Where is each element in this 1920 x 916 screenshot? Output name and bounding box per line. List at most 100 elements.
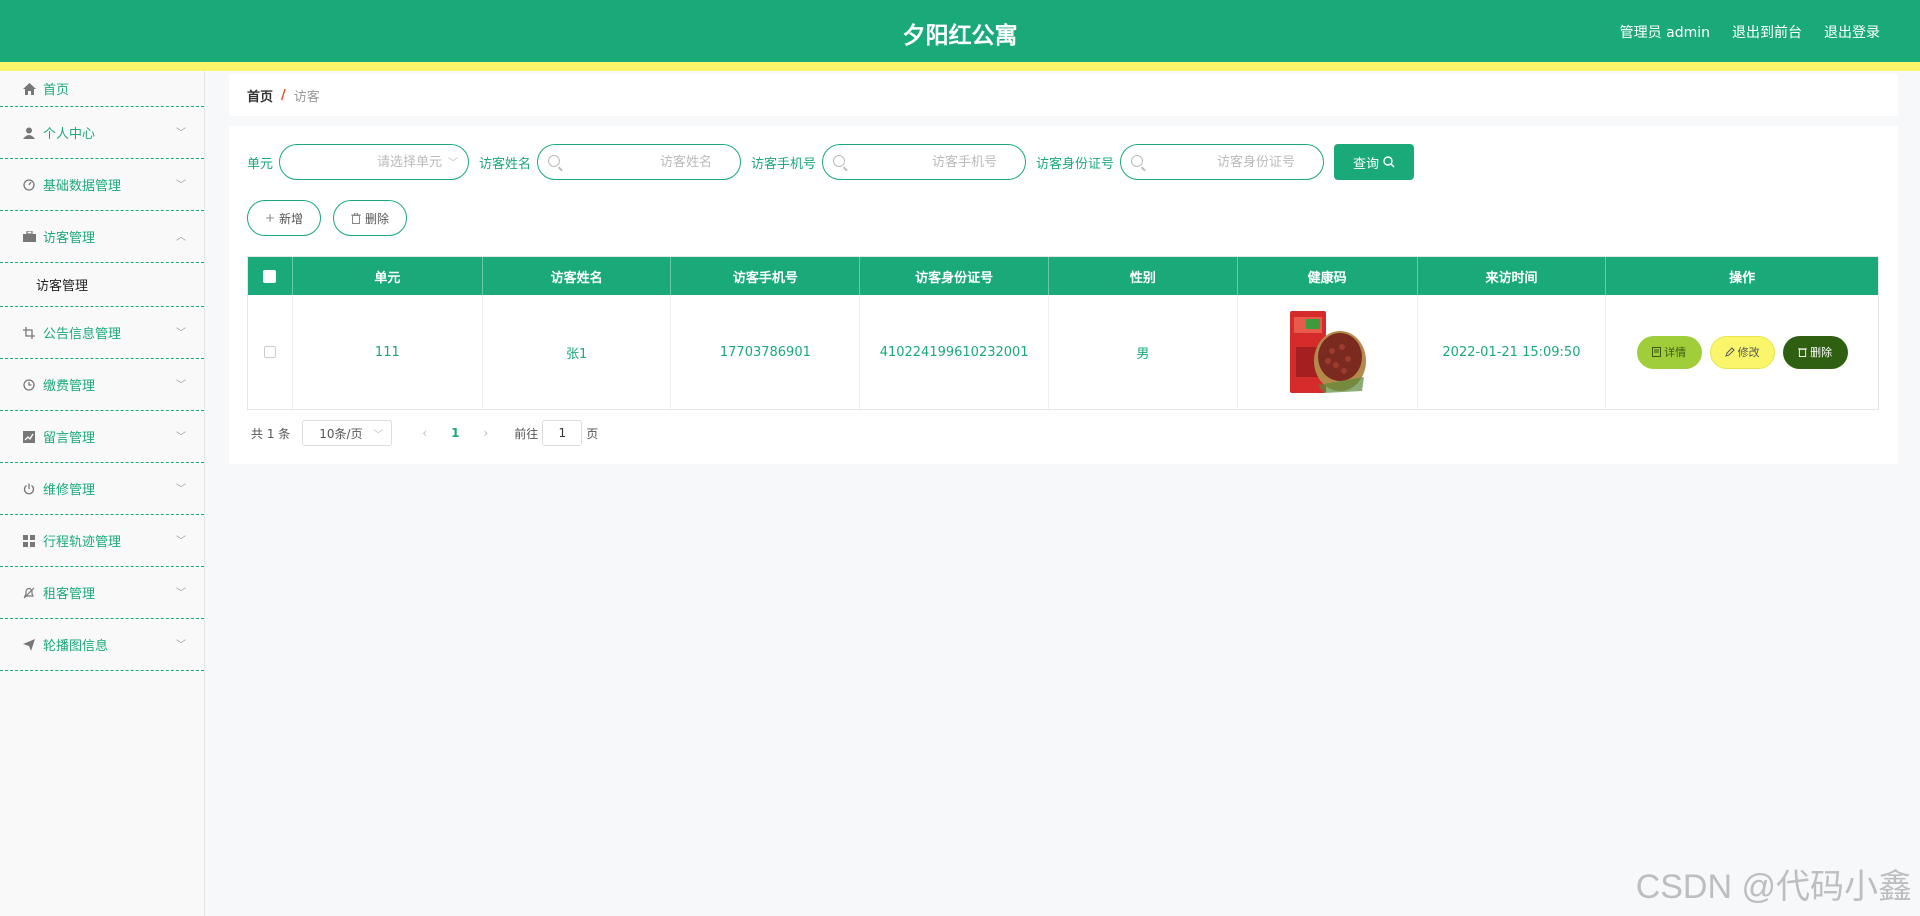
sidebar-item-announcement[interactable]: 公告信息管理 ﹀ bbox=[0, 307, 204, 359]
phone-cell: 17703786901 bbox=[671, 295, 861, 409]
detail-button-label: 详情 bbox=[1664, 346, 1687, 359]
select-all-checkbox[interactable] bbox=[263, 269, 277, 283]
row-delete-button[interactable]: 删除 bbox=[1782, 335, 1848, 369]
add-button-label: 新增 bbox=[279, 211, 304, 226]
page-number-current[interactable]: 1 bbox=[451, 426, 459, 440]
unit-label: 单元 bbox=[247, 156, 274, 172]
select-all-cell bbox=[248, 257, 293, 295]
page-size-select[interactable]: 10条/页 ﹀ bbox=[302, 420, 393, 446]
prev-page-button[interactable]: ‹ bbox=[422, 426, 427, 440]
chevron-down-icon: ﹀ bbox=[448, 158, 459, 169]
health-code-cell bbox=[1238, 295, 1418, 409]
sidebar-item-visitor-management[interactable]: 访客管理 ︿ bbox=[0, 211, 204, 263]
goto-page-input[interactable] bbox=[542, 420, 583, 446]
pagination: 共 1 条 10条/页 ﹀ ‹ 1 › 前往 页 bbox=[251, 420, 598, 446]
chevron-down-icon: ﹀ bbox=[176, 327, 186, 339]
bell-off-icon bbox=[22, 586, 36, 600]
row-select-cell bbox=[248, 295, 293, 409]
sidebar-item-label: 个人中心 bbox=[43, 127, 96, 142]
breadcrumb-separator: / bbox=[281, 87, 286, 103]
document-icon bbox=[1652, 347, 1662, 357]
goto-label: 前往 bbox=[514, 426, 539, 441]
sidebar-item-itinerary[interactable]: 行程轨迹管理 ﹀ bbox=[0, 515, 204, 567]
batch-delete-button[interactable]: 删除 bbox=[333, 200, 407, 236]
row-actions: 详情 修改 删除 bbox=[1636, 335, 1848, 369]
visitor-phone-label: 访客手机号 bbox=[751, 156, 817, 172]
send-icon bbox=[22, 638, 36, 652]
name-cell: 张1 bbox=[483, 295, 672, 409]
admin-user-label[interactable]: 管理员 admin bbox=[1620, 22, 1710, 42]
query-button[interactable]: 查询 bbox=[1334, 144, 1415, 180]
chevron-down-icon: ﹀ bbox=[176, 483, 186, 495]
visitor-idcard-field[interactable] bbox=[1120, 144, 1325, 180]
power-icon bbox=[22, 482, 36, 496]
goto-suffix: 页 bbox=[586, 426, 599, 441]
visitor-idcard-input[interactable] bbox=[1121, 145, 1324, 179]
briefcase-icon bbox=[22, 230, 36, 244]
sidebar-item-message[interactable]: 留言管理 ﹀ bbox=[0, 411, 204, 463]
sidebar-item-label: 轮播图信息 bbox=[43, 639, 109, 654]
visitor-table: 单元 访客姓名 访客手机号 访客身份证号 性别 健康码 来访时间 操作 111 … bbox=[247, 256, 1879, 410]
header-links: 管理员 admin 退出到前台 退出登录 bbox=[1620, 22, 1880, 42]
table-row: 111 张1 17703786901 410224199610232001 男 bbox=[248, 295, 1878, 409]
visitor-name-field[interactable] bbox=[537, 144, 742, 180]
gender-cell: 男 bbox=[1049, 295, 1238, 409]
trash-icon bbox=[350, 212, 361, 224]
unit-select-input[interactable] bbox=[280, 145, 469, 179]
visitor-phone-input[interactable] bbox=[823, 145, 1026, 179]
breadcrumb-home[interactable]: 首页 bbox=[247, 86, 273, 105]
search-icon bbox=[1383, 156, 1395, 168]
operations-cell: 详情 修改 删除 bbox=[1606, 295, 1878, 409]
total-count: 共 1 条 bbox=[251, 426, 291, 441]
sidebar-item-repair[interactable]: 维修管理 ﹀ bbox=[0, 463, 204, 515]
column-header: 来访时间 bbox=[1418, 257, 1607, 295]
sidebar-item-label: 租客管理 bbox=[43, 587, 96, 602]
sidebar-item-label: 公告信息管理 bbox=[43, 327, 122, 342]
health-code-image[interactable] bbox=[1284, 307, 1371, 397]
search-form: 单元 ﹀ 访客姓名 访客手机号 访客身份证号 查询 bbox=[247, 144, 1415, 180]
crop-icon bbox=[22, 326, 36, 340]
idcard-cell: 410224199610232001 bbox=[860, 295, 1050, 409]
unit-select[interactable]: ﹀ bbox=[279, 144, 470, 180]
chevron-down-icon: ﹀ bbox=[176, 379, 186, 391]
submenu-item-visitor-management[interactable]: 访客管理 bbox=[0, 263, 204, 307]
visitor-name-input[interactable] bbox=[538, 145, 741, 179]
action-bar: + 新增 删除 bbox=[247, 200, 407, 236]
search-icon bbox=[548, 155, 561, 167]
top-header: 夕阳红公寓 管理员 admin 退出到前台 退出登录 bbox=[0, 0, 1920, 62]
sidebar-item-carousel[interactable]: 轮播图信息 ﹀ bbox=[0, 619, 204, 671]
page-size-value: 10条/页 bbox=[319, 426, 363, 441]
next-page-button[interactable]: › bbox=[483, 426, 488, 440]
plus-icon: + bbox=[264, 211, 276, 225]
edit-button-label: 修改 bbox=[1737, 346, 1760, 359]
chevron-down-icon: ﹀ bbox=[176, 127, 186, 139]
visitor-phone-field[interactable] bbox=[822, 144, 1027, 180]
sidebar-item-basic-data[interactable]: 基础数据管理 ﹀ bbox=[0, 159, 204, 211]
column-header: 访客手机号 bbox=[671, 257, 861, 295]
exit-to-frontend-link[interactable]: 退出到前台 bbox=[1732, 22, 1802, 42]
edit-button[interactable]: 修改 bbox=[1709, 335, 1775, 369]
column-header: 性别 bbox=[1049, 257, 1238, 295]
column-header: 健康码 bbox=[1238, 257, 1418, 295]
chevron-down-icon: ﹀ bbox=[176, 431, 186, 443]
row-checkbox[interactable] bbox=[263, 346, 276, 358]
table-header: 单元 访客姓名 访客手机号 访客身份证号 性别 健康码 来访时间 操作 bbox=[248, 257, 1878, 295]
sidebar-item-label: 首页 bbox=[43, 83, 70, 98]
breadcrumb: 首页 / 访客 bbox=[229, 74, 1898, 116]
sidebar-item-payment[interactable]: 缴费管理 ﹀ bbox=[0, 359, 204, 411]
detail-button[interactable]: 详情 bbox=[1636, 335, 1702, 369]
sidebar-item-home[interactable]: 首页 bbox=[0, 71, 204, 107]
trash-icon bbox=[1798, 348, 1808, 357]
add-button[interactable]: + 新增 bbox=[247, 200, 321, 236]
column-header: 操作 bbox=[1729, 270, 1756, 286]
sidebar-item-label: 基础数据管理 bbox=[43, 179, 122, 194]
chevron-down-icon: ﹀ bbox=[176, 179, 186, 191]
visit-time-cell: 2022-01-21 15:09:50 bbox=[1418, 295, 1607, 409]
sidebar-item-tenant[interactable]: 租客管理 ﹀ bbox=[0, 567, 204, 619]
logout-link[interactable]: 退出登录 bbox=[1824, 22, 1880, 42]
sidebar-item-personal-center[interactable]: 个人中心 ﹀ bbox=[0, 107, 204, 159]
gauge-icon bbox=[22, 178, 36, 192]
chevron-down-icon: ﹀ bbox=[176, 587, 186, 599]
clock-icon bbox=[22, 378, 36, 392]
grid-icon bbox=[22, 534, 36, 548]
